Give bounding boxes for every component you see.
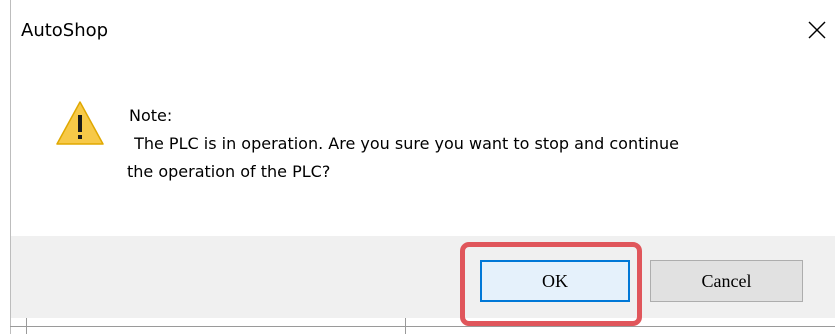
message-heading: Note: [129,106,173,125]
message-text: The PLC is in operation. Are you sure yo… [129,134,679,153]
dialog-title: AutoShop [21,20,109,41]
background-divider [26,318,27,334]
message-text: the operation of the PLC? [127,162,331,181]
close-button[interactable] [799,12,835,48]
dialog-content: Note: The PLC is in operation. Are you s… [11,62,835,236]
cancel-button[interactable]: Cancel [650,260,803,302]
dialog-title-bar: AutoShop [11,0,835,62]
dialog-button-bar: OK Cancel [11,236,835,318]
close-icon [808,21,826,39]
background-window-edge [10,326,835,327]
background-divider [405,318,406,334]
screen: AutoShop Note: The PLC is in operation. … [0,0,835,334]
ok-button[interactable]: OK [480,260,630,302]
warning-icon [56,101,104,145]
message-dialog: AutoShop Note: The PLC is in operation. … [11,0,835,318]
